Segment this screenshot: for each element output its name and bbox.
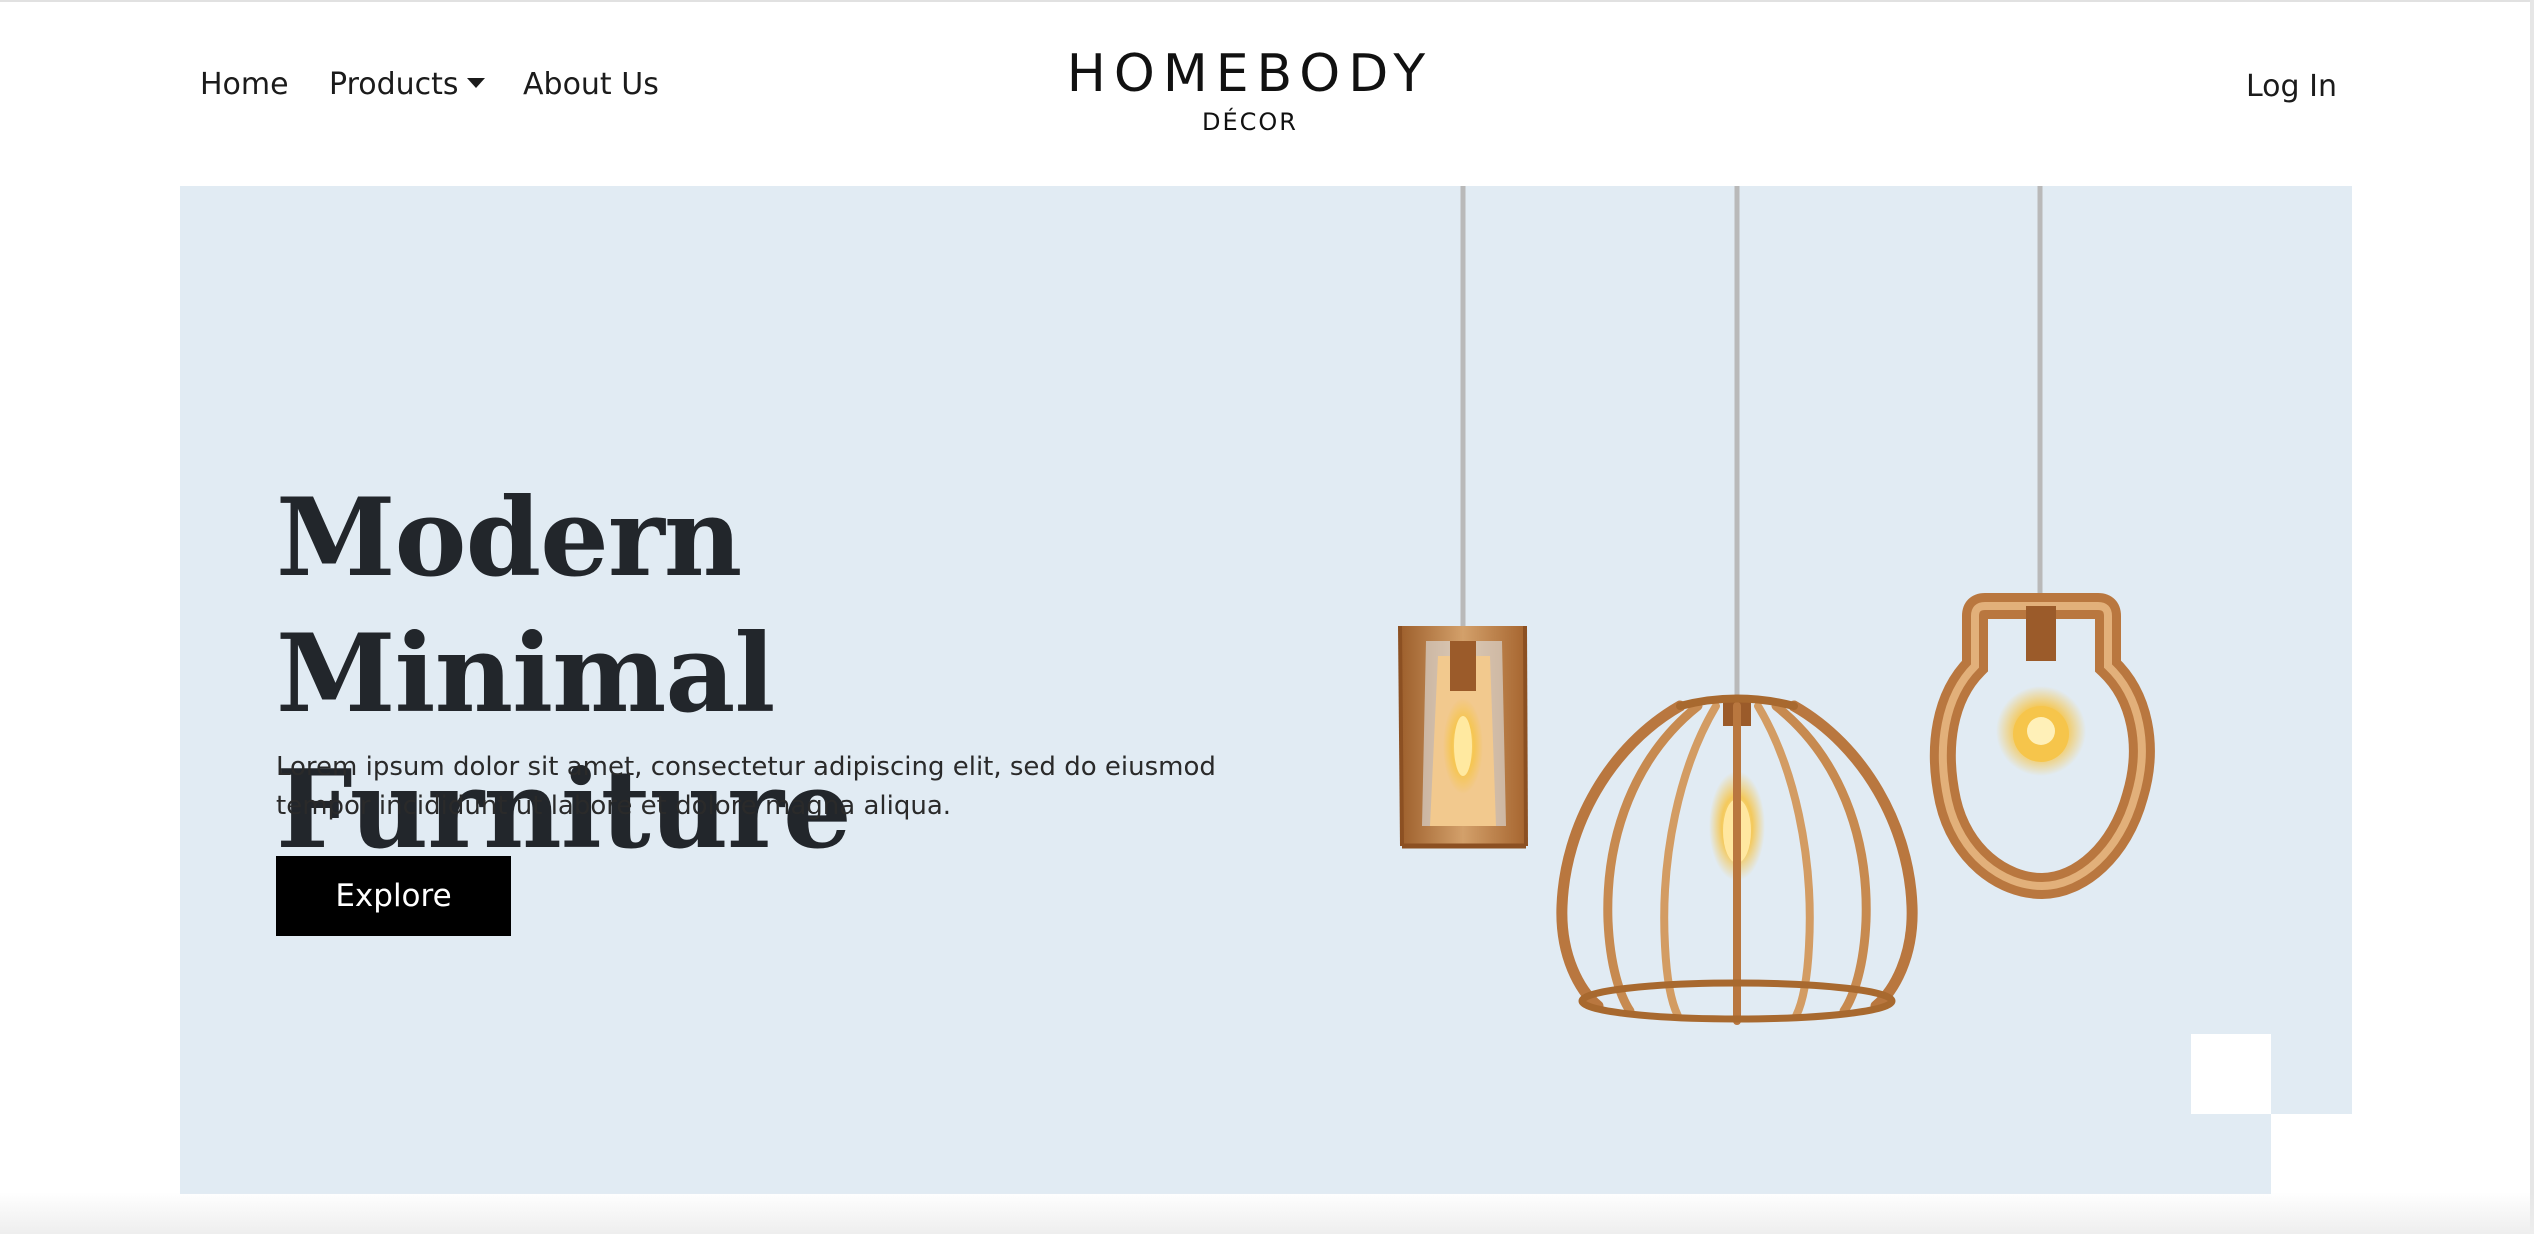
hero-description: Lorem ipsum dolor sit amet, consectetur … <box>276 748 1276 826</box>
logo-tagline: DÉCOR <box>1202 108 1298 136</box>
nav-about-link[interactable]: About Us <box>523 70 659 100</box>
window-frame-top <box>0 0 2534 2</box>
login-link[interactable]: Log In <box>2246 72 2337 102</box>
window-frame-right <box>2530 0 2534 1234</box>
explore-button[interactable]: Explore <box>276 856 511 936</box>
cone-pendant-lamp <box>1398 186 1528 849</box>
bulb-frame-pendant-lamp <box>1929 186 2155 900</box>
nav-home-link[interactable]: Home <box>200 70 289 100</box>
hero-corner-cutout <box>2271 1114 2352 1194</box>
nav-products-label: Products <box>329 67 459 102</box>
nav-products-dropdown[interactable]: Products <box>329 70 485 100</box>
logo-wordmark: HOMEBODY <box>1066 44 1434 104</box>
hero-description-line-2: tempor incididunt ut labore et dolore ma… <box>276 791 952 821</box>
brand-logo[interactable]: HOMEBODY DÉCOR <box>1050 48 1450 134</box>
hero-corner-square <box>2191 1034 2271 1114</box>
page: Home Products About Us HOMEBODY DÉCOR Lo… <box>0 0 2534 1234</box>
caret-down-icon <box>466 77 485 88</box>
cage-pendant-lamp <box>1556 186 1918 1025</box>
pendant-lamps-image <box>1398 186 2155 1025</box>
hero-heading-line-1: Modern Minimal <box>276 475 775 737</box>
scroll-fade <box>0 1192 2534 1234</box>
hero-description-line-1: Lorem ipsum dolor sit amet, consectetur … <box>276 752 1216 782</box>
